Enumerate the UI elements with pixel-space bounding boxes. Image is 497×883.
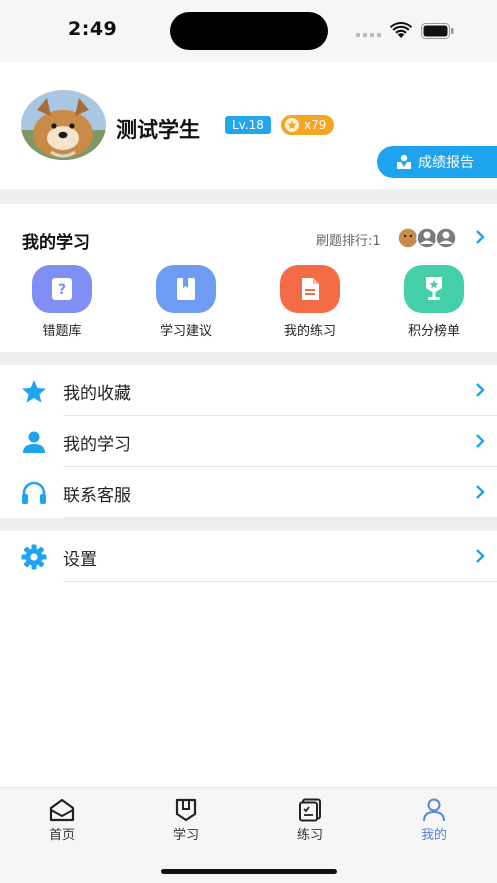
shortcut-label: 积分榜单 — [407, 324, 460, 339]
home-icon — [49, 798, 75, 822]
headset-icon — [21, 480, 47, 506]
dynamic-island — [170, 12, 328, 50]
practice-icon — [299, 798, 321, 822]
section-divider — [0, 352, 497, 365]
username: 测试学生 — [116, 118, 200, 142]
menu-item-favorites[interactable]: 我的收藏 — [0, 365, 497, 416]
question-icon: ? — [32, 265, 92, 313]
shortcut-points-ranking[interactable]: 积分榜单 — [389, 265, 479, 339]
tab-profile[interactable]: 我的 — [399, 798, 469, 843]
menu-item-customer-service[interactable]: 联系客服 — [0, 467, 497, 518]
tab-home[interactable]: 首页 — [27, 798, 97, 843]
section-divider — [0, 518, 497, 531]
medal-icon — [404, 265, 464, 313]
chevron-right-icon — [476, 434, 485, 448]
wifi-icon — [390, 22, 412, 38]
study-icon — [175, 798, 197, 822]
profile-icon — [423, 798, 445, 822]
shortcut-label: 我的练习 — [283, 324, 336, 339]
score-report-button[interactable]: 成绩报告 — [377, 146, 497, 178]
menu-label: 我的收藏 — [63, 384, 131, 404]
shortcut-label: 学习建议 — [159, 324, 212, 339]
coins-count: x79 — [304, 118, 327, 132]
cellular-signal-icon — [356, 33, 381, 37]
tab-label: 练习 — [296, 828, 323, 843]
section-divider — [0, 189, 497, 204]
ranking-label[interactable]: 刷题排行:1 — [316, 230, 381, 249]
svg-text:?: ? — [58, 282, 66, 298]
my-study-section: 我的学习 刷题排行:1 ? 错题库 学习建议 我的练习 积分榜单 — [0, 204, 497, 352]
book-icon — [156, 265, 216, 313]
person-icon — [21, 429, 47, 455]
shortcut-study-advice[interactable]: 学习建议 — [141, 265, 231, 339]
tab-study[interactable]: 学习 — [151, 798, 221, 843]
chevron-right-icon — [476, 485, 485, 499]
menu-label: 联系客服 — [63, 486, 131, 506]
my-study-title: 我的学习 — [22, 233, 90, 253]
shortcut-label: 错题库 — [42, 324, 82, 339]
document-icon — [280, 265, 340, 313]
report-icon — [397, 154, 411, 169]
profile-header: 测试学生 Lv.18 x79 成绩报告 — [0, 62, 497, 189]
coins-badge: x79 — [281, 115, 335, 135]
tab-label: 首页 — [48, 828, 75, 843]
menu-label: 我的学习 — [63, 435, 131, 455]
battery-icon — [421, 23, 454, 39]
ranking-avatars[interactable] — [397, 227, 461, 249]
shortcut-wrong-questions[interactable]: ? 错题库 — [17, 265, 107, 339]
star-icon — [21, 378, 47, 404]
study-shortcuts: ? 错题库 学习建议 我的练习 积分榜单 — [0, 265, 497, 345]
chevron-right-icon[interactable] — [474, 229, 486, 245]
tab-label: 我的 — [420, 828, 447, 843]
divider — [63, 581, 497, 582]
status-bar: 2:49 — [0, 0, 497, 62]
score-report-label: 成绩报告 — [418, 155, 474, 171]
gear-icon — [21, 544, 47, 570]
menu-item-settings[interactable]: 设置 — [0, 531, 497, 582]
chevron-right-icon — [476, 383, 485, 397]
shortcut-my-practice[interactable]: 我的练习 — [265, 265, 355, 339]
chevron-right-icon — [476, 549, 485, 563]
level-badge: Lv.18 — [225, 116, 271, 134]
tab-label: 学习 — [172, 828, 199, 843]
home-indicator[interactable] — [161, 869, 337, 874]
avatar[interactable] — [21, 90, 106, 160]
status-time: 2:49 — [68, 18, 118, 40]
tab-practice[interactable]: 练习 — [275, 798, 345, 843]
menu-label: 设置 — [63, 550, 97, 570]
coin-star-icon — [285, 118, 299, 132]
menu-item-my-study[interactable]: 我的学习 — [0, 416, 497, 467]
